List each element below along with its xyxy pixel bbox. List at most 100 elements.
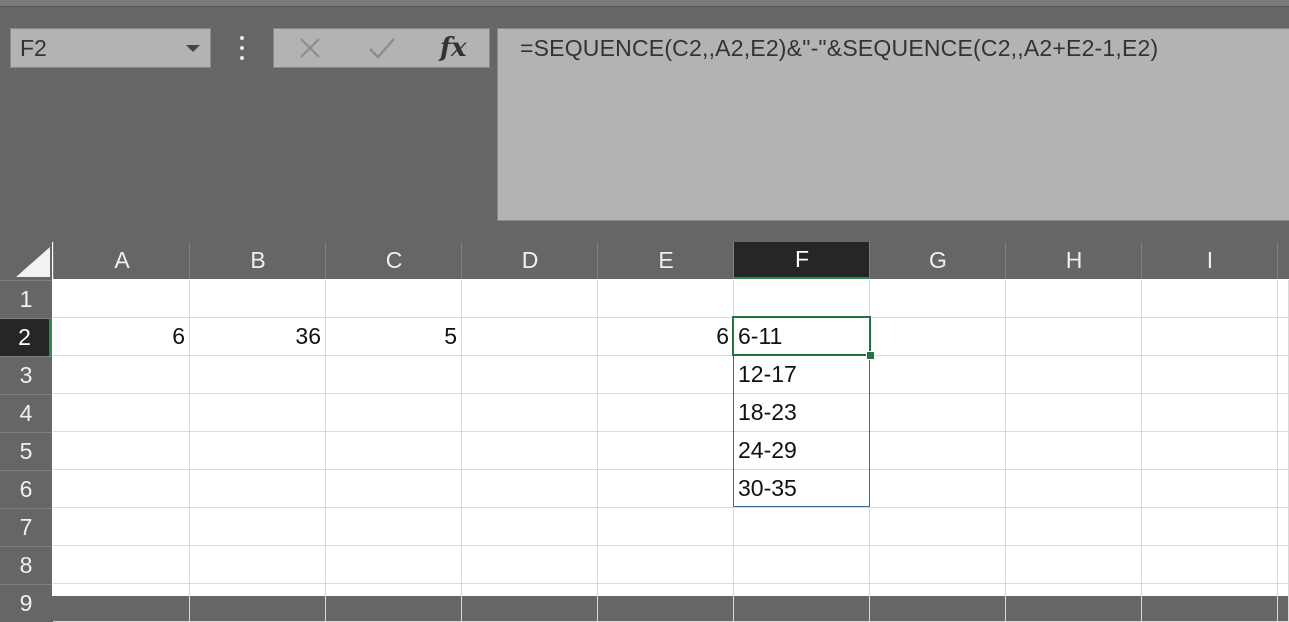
cell-b3[interactable] <box>189 356 326 394</box>
cell-i7[interactable] <box>1141 508 1278 546</box>
cell-b4[interactable] <box>189 394 326 432</box>
column-header-h[interactable]: H <box>1005 242 1142 279</box>
cell-d8[interactable] <box>461 546 598 584</box>
cell-j2[interactable] <box>1277 318 1289 356</box>
cell-g1[interactable] <box>869 280 1006 318</box>
cell-j3[interactable] <box>1277 356 1289 394</box>
cell-d7[interactable] <box>461 508 598 546</box>
row-header-5[interactable]: 5 <box>0 432 52 470</box>
cell-j4[interactable] <box>1277 394 1289 432</box>
cell-g4[interactable] <box>869 394 1006 432</box>
cell-c4[interactable] <box>325 394 462 432</box>
column-header-g[interactable]: G <box>869 242 1006 279</box>
cell-a4[interactable] <box>53 394 190 432</box>
cell-f7[interactable] <box>733 508 870 546</box>
column-header-b[interactable]: B <box>189 242 326 279</box>
cell-g9[interactable] <box>869 584 1006 622</box>
row-header-2[interactable]: 2 <box>0 318 52 356</box>
cell-i3[interactable] <box>1141 356 1278 394</box>
name-box[interactable]: F2 <box>10 28 211 68</box>
cell-a6[interactable] <box>53 470 190 508</box>
cell-c7[interactable] <box>325 508 462 546</box>
column-header-f[interactable]: F <box>733 242 870 279</box>
cell-f4[interactable]: 18-23 <box>733 394 870 432</box>
cell-a3[interactable] <box>53 356 190 394</box>
more-options-icon[interactable] <box>234 36 250 60</box>
cell-g8[interactable] <box>869 546 1006 584</box>
cell-j8[interactable] <box>1277 546 1289 584</box>
cell-g2[interactable] <box>869 318 1006 356</box>
cell-h2[interactable] <box>1005 318 1142 356</box>
cell-h4[interactable] <box>1005 394 1142 432</box>
row-header-6[interactable]: 6 <box>0 470 52 508</box>
fill-handle[interactable] <box>866 351 875 360</box>
cell-a5[interactable] <box>53 432 190 470</box>
cell-g7[interactable] <box>869 508 1006 546</box>
select-all-button[interactable] <box>0 242 52 280</box>
cell-a7[interactable] <box>53 508 190 546</box>
row-header-1[interactable]: 1 <box>0 280 52 318</box>
cell-b5[interactable] <box>189 432 326 470</box>
cell-h6[interactable] <box>1005 470 1142 508</box>
cell-d3[interactable] <box>461 356 598 394</box>
cell-d1[interactable] <box>461 280 598 318</box>
cell-h5[interactable] <box>1005 432 1142 470</box>
column-header-j[interactable] <box>1277 242 1289 279</box>
cell-c3[interactable] <box>325 356 462 394</box>
cell-b9[interactable] <box>189 584 326 622</box>
cell-e7[interactable] <box>597 508 734 546</box>
cell-c5[interactable] <box>325 432 462 470</box>
cell-d5[interactable] <box>461 432 598 470</box>
cell-f9[interactable] <box>733 584 870 622</box>
cell-e8[interactable] <box>597 546 734 584</box>
cell-a1[interactable] <box>53 280 190 318</box>
column-header-i[interactable]: I <box>1141 242 1278 279</box>
cell-c9[interactable] <box>325 584 462 622</box>
cell-g3[interactable] <box>869 356 1006 394</box>
row-header-4[interactable]: 4 <box>0 394 52 432</box>
cell-i1[interactable] <box>1141 280 1278 318</box>
cell-d2[interactable] <box>461 318 598 356</box>
cell-f5[interactable]: 24-29 <box>733 432 870 470</box>
cell-c2[interactable]: 5 <box>325 318 462 356</box>
cell-i9[interactable] <box>1141 584 1278 622</box>
cell-b1[interactable] <box>189 280 326 318</box>
cancel-button[interactable] <box>274 29 346 67</box>
insert-function-button[interactable]: fx <box>417 29 489 67</box>
cell-c1[interactable] <box>325 280 462 318</box>
cell-e9[interactable] <box>597 584 734 622</box>
cell-j5[interactable] <box>1277 432 1289 470</box>
formula-input[interactable]: =SEQUENCE(C2,,A2,E2)&"-"&SEQUENCE(C2,,A2… <box>497 28 1289 221</box>
cell-b7[interactable] <box>189 508 326 546</box>
enter-button[interactable] <box>346 29 418 67</box>
cell-h3[interactable] <box>1005 356 1142 394</box>
cell-f6[interactable]: 30-35 <box>733 470 870 508</box>
cell-b6[interactable] <box>189 470 326 508</box>
row-header-9[interactable]: 9 <box>0 584 52 622</box>
cell-i2[interactable] <box>1141 318 1278 356</box>
row-header-3[interactable]: 3 <box>0 356 52 394</box>
cell-j6[interactable] <box>1277 470 1289 508</box>
cell-g5[interactable] <box>869 432 1006 470</box>
cell-g6[interactable] <box>869 470 1006 508</box>
cell-a9[interactable] <box>53 584 190 622</box>
cell-c6[interactable] <box>325 470 462 508</box>
cell-a2[interactable]: 6 <box>53 318 190 356</box>
cell-f8[interactable] <box>733 546 870 584</box>
cell-b8[interactable] <box>189 546 326 584</box>
cell-j9[interactable] <box>1277 584 1289 622</box>
column-header-c[interactable]: C <box>325 242 462 279</box>
chevron-down-icon[interactable] <box>186 44 200 52</box>
cell-d6[interactable] <box>461 470 598 508</box>
cell-j1[interactable] <box>1277 280 1289 318</box>
cell-f3[interactable]: 12-17 <box>733 356 870 394</box>
cell-e6[interactable] <box>597 470 734 508</box>
column-header-d[interactable]: D <box>461 242 598 279</box>
cell-h9[interactable] <box>1005 584 1142 622</box>
cell-j7[interactable] <box>1277 508 1289 546</box>
cell-i4[interactable] <box>1141 394 1278 432</box>
cell-d9[interactable] <box>461 584 598 622</box>
cell-e3[interactable] <box>597 356 734 394</box>
column-header-a[interactable]: A <box>53 242 190 279</box>
cell-f1[interactable] <box>733 280 870 318</box>
